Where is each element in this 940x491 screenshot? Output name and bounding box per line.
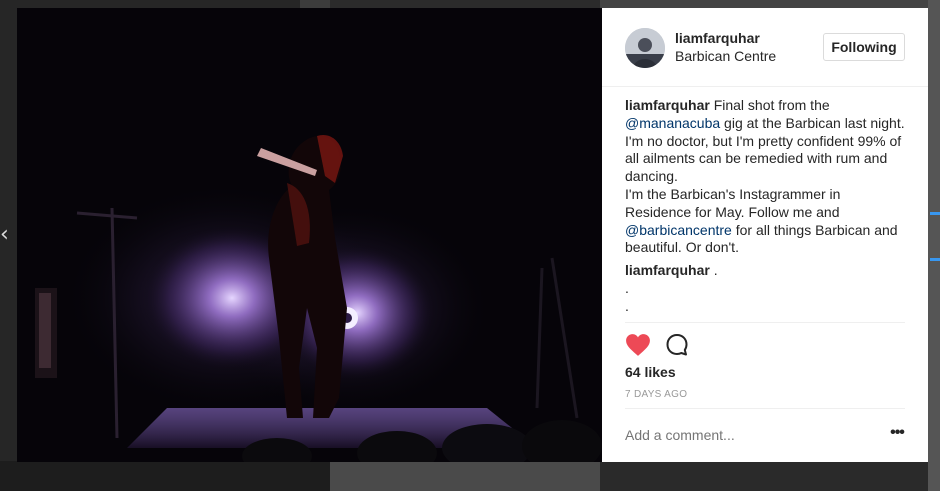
- post-location[interactable]: Barbican Centre: [675, 48, 776, 64]
- caption-text: Final shot from the: [709, 97, 830, 113]
- post-side-panel: liamfarquhar Barbican Centre Following l…: [602, 8, 928, 462]
- following-button[interactable]: Following: [823, 33, 905, 61]
- avatar[interactable]: [625, 28, 665, 68]
- mention-link[interactable]: @barbicancentre: [625, 222, 732, 238]
- chevron-left-icon[interactable]: ‹: [0, 222, 10, 248]
- caption-author[interactable]: liamfarquhar: [625, 97, 710, 113]
- caption-text: I'm the Barbican's Instagrammer in Resid…: [625, 185, 841, 220]
- backdrop-edge: [928, 0, 940, 491]
- post-header: liamfarquhar Barbican Centre Following: [602, 8, 928, 87]
- add-comment-input[interactable]: [625, 426, 875, 444]
- post-photo: [17, 8, 602, 462]
- comment-icon[interactable]: [665, 333, 689, 357]
- comment-author[interactable]: liamfarquhar: [625, 262, 710, 278]
- more-options-icon[interactable]: •••: [888, 425, 906, 444]
- mention-link[interactable]: @mananacuba: [625, 115, 720, 131]
- comment-text: .: [625, 297, 629, 314]
- comment: liamfarquhar . . .: [625, 262, 718, 315]
- likes-count[interactable]: 64 likes: [625, 364, 676, 380]
- backdrop-accent: [930, 258, 940, 261]
- divider: [625, 322, 905, 323]
- comment-text: .: [709, 262, 718, 278]
- post-username[interactable]: liamfarquhar: [675, 30, 760, 46]
- heart-icon[interactable]: [625, 333, 651, 357]
- post-caption: liamfarquhar Final shot from the @manana…: [625, 97, 910, 257]
- post-timestamp[interactable]: 7 DAYS AGO: [625, 389, 687, 400]
- divider: [625, 408, 905, 409]
- comment-text: .: [625, 279, 629, 296]
- backdrop-accent: [930, 212, 940, 215]
- backdrop-grid: [0, 461, 940, 491]
